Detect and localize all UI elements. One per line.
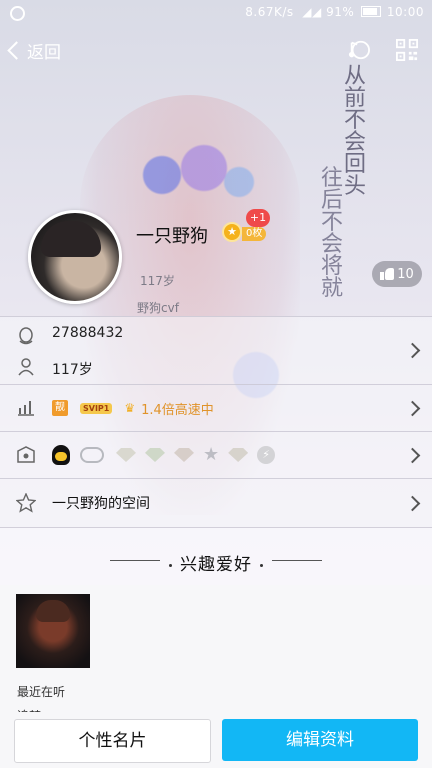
recent-listening-label: 最近在听 (17, 685, 66, 699)
battery-icon (360, 6, 381, 17)
avatar[interactable] (28, 210, 122, 304)
qq-number: 27888432 (52, 325, 124, 341)
rank-chart-icon (0, 399, 52, 417)
status-right: 8.67K/s ◢◢ 91% 10:00 (245, 5, 424, 19)
age-value: 117岁 (52, 362, 93, 378)
album-cover[interactable] (16, 594, 90, 668)
nickname: 一只野狗 (136, 226, 208, 247)
age-subtitle: 117岁 (140, 274, 175, 288)
divider-line (272, 560, 322, 561)
liang-badge: 靓 (52, 400, 68, 416)
medal-box-icon (0, 446, 52, 464)
vip-row[interactable]: 靓 SVIP1 ♛ 1.4倍高速中 (0, 384, 432, 431)
bolt-badge-icon: ⚡ (257, 446, 276, 464)
qq-penguin-icon (16, 326, 36, 350)
qzone-row[interactable]: 一只野狗的空间 (0, 478, 432, 527)
footer-bar: 个性名片 编辑资料 (0, 712, 432, 768)
qr-code-icon[interactable] (396, 39, 418, 61)
svip-badge: SVIP1 (80, 402, 113, 414)
star-outline-icon (0, 493, 52, 513)
status-bar: 8.67K/s ◢◢ 91% 10:00 (0, 0, 432, 26)
music-icon[interactable] (348, 39, 370, 61)
chevron-right-icon (404, 342, 421, 359)
like-button[interactable]: 10 (372, 261, 422, 287)
edit-profile-button[interactable]: 编辑资料 (222, 719, 418, 761)
like-count: 10 (397, 266, 414, 282)
qzone-label: 一只野狗的空间 (52, 496, 150, 512)
clock: 10:00 (386, 5, 424, 19)
thumbs-up-icon (380, 268, 395, 280)
battery-percent: 91% (326, 5, 355, 19)
chevron-right-icon (404, 400, 421, 416)
diamond-badge-icon (228, 448, 249, 462)
chevron-right-icon (404, 447, 421, 463)
coin-badge[interactable]: 0枚 (242, 227, 267, 241)
diamond-badge-icon (174, 448, 194, 462)
star-badge-icon: ★ (203, 444, 220, 465)
poem-column-2: 往后不会将就 (320, 166, 343, 301)
qq-notification-icon (10, 6, 25, 21)
profile-card-button[interactable]: 个性名片 (14, 719, 211, 763)
top-nav: 返回 (0, 34, 432, 68)
poem-column-1: 从前不会回头 (343, 64, 366, 199)
back-label: 返回 (27, 43, 61, 63)
badges-row[interactable]: ★ ⚡ (0, 431, 432, 478)
qq-penguin-badge-icon (52, 445, 70, 465)
hobby-section-header: 兴趣爱好 (0, 527, 432, 586)
level-crown-icon[interactable]: ★ (222, 222, 242, 242)
diamond-badge-icon (116, 448, 136, 462)
level-plus-badge: +1 (246, 209, 270, 227)
diamond-badge-icon (145, 448, 165, 462)
account-info-row[interactable]: 27888432 117岁 (0, 316, 432, 384)
signal-icon: ◢◢ (297, 5, 327, 19)
network-speed: 8.67K/s (245, 5, 294, 19)
back-button[interactable]: 返回 (7, 38, 61, 63)
person-icon (16, 357, 36, 381)
cloud-badge-icon (80, 447, 104, 463)
speed-crown-icon: ♛ (124, 401, 136, 415)
illustration-flowers (120, 140, 260, 210)
speed-status: 1.4倍高速中 (141, 402, 214, 418)
signature-subtitle: 野狗cvf (137, 301, 179, 315)
chevron-right-icon (404, 495, 421, 511)
chevron-left-icon (7, 41, 26, 60)
hobby-title: 兴趣爱好 (0, 550, 432, 575)
